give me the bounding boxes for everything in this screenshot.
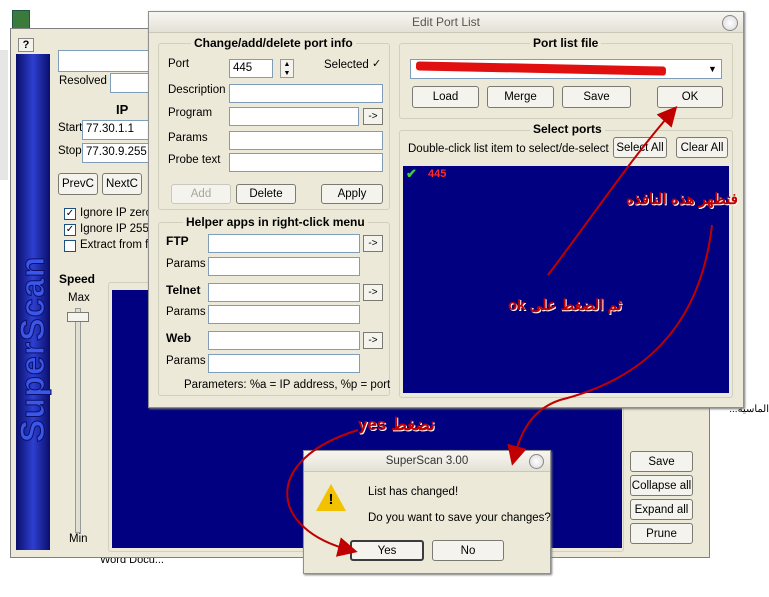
- annotation-press-yes: نضغط yes: [358, 415, 435, 434]
- annotation-arrows: [286, 105, 713, 557]
- annotation-press-ok: ثم الضغط على ok: [508, 297, 622, 314]
- arrow-to-yes: [286, 429, 359, 557]
- annotation-appear: فتظهر هذه النافذه: [626, 191, 738, 208]
- arrow-to-dialog: [507, 224, 713, 466]
